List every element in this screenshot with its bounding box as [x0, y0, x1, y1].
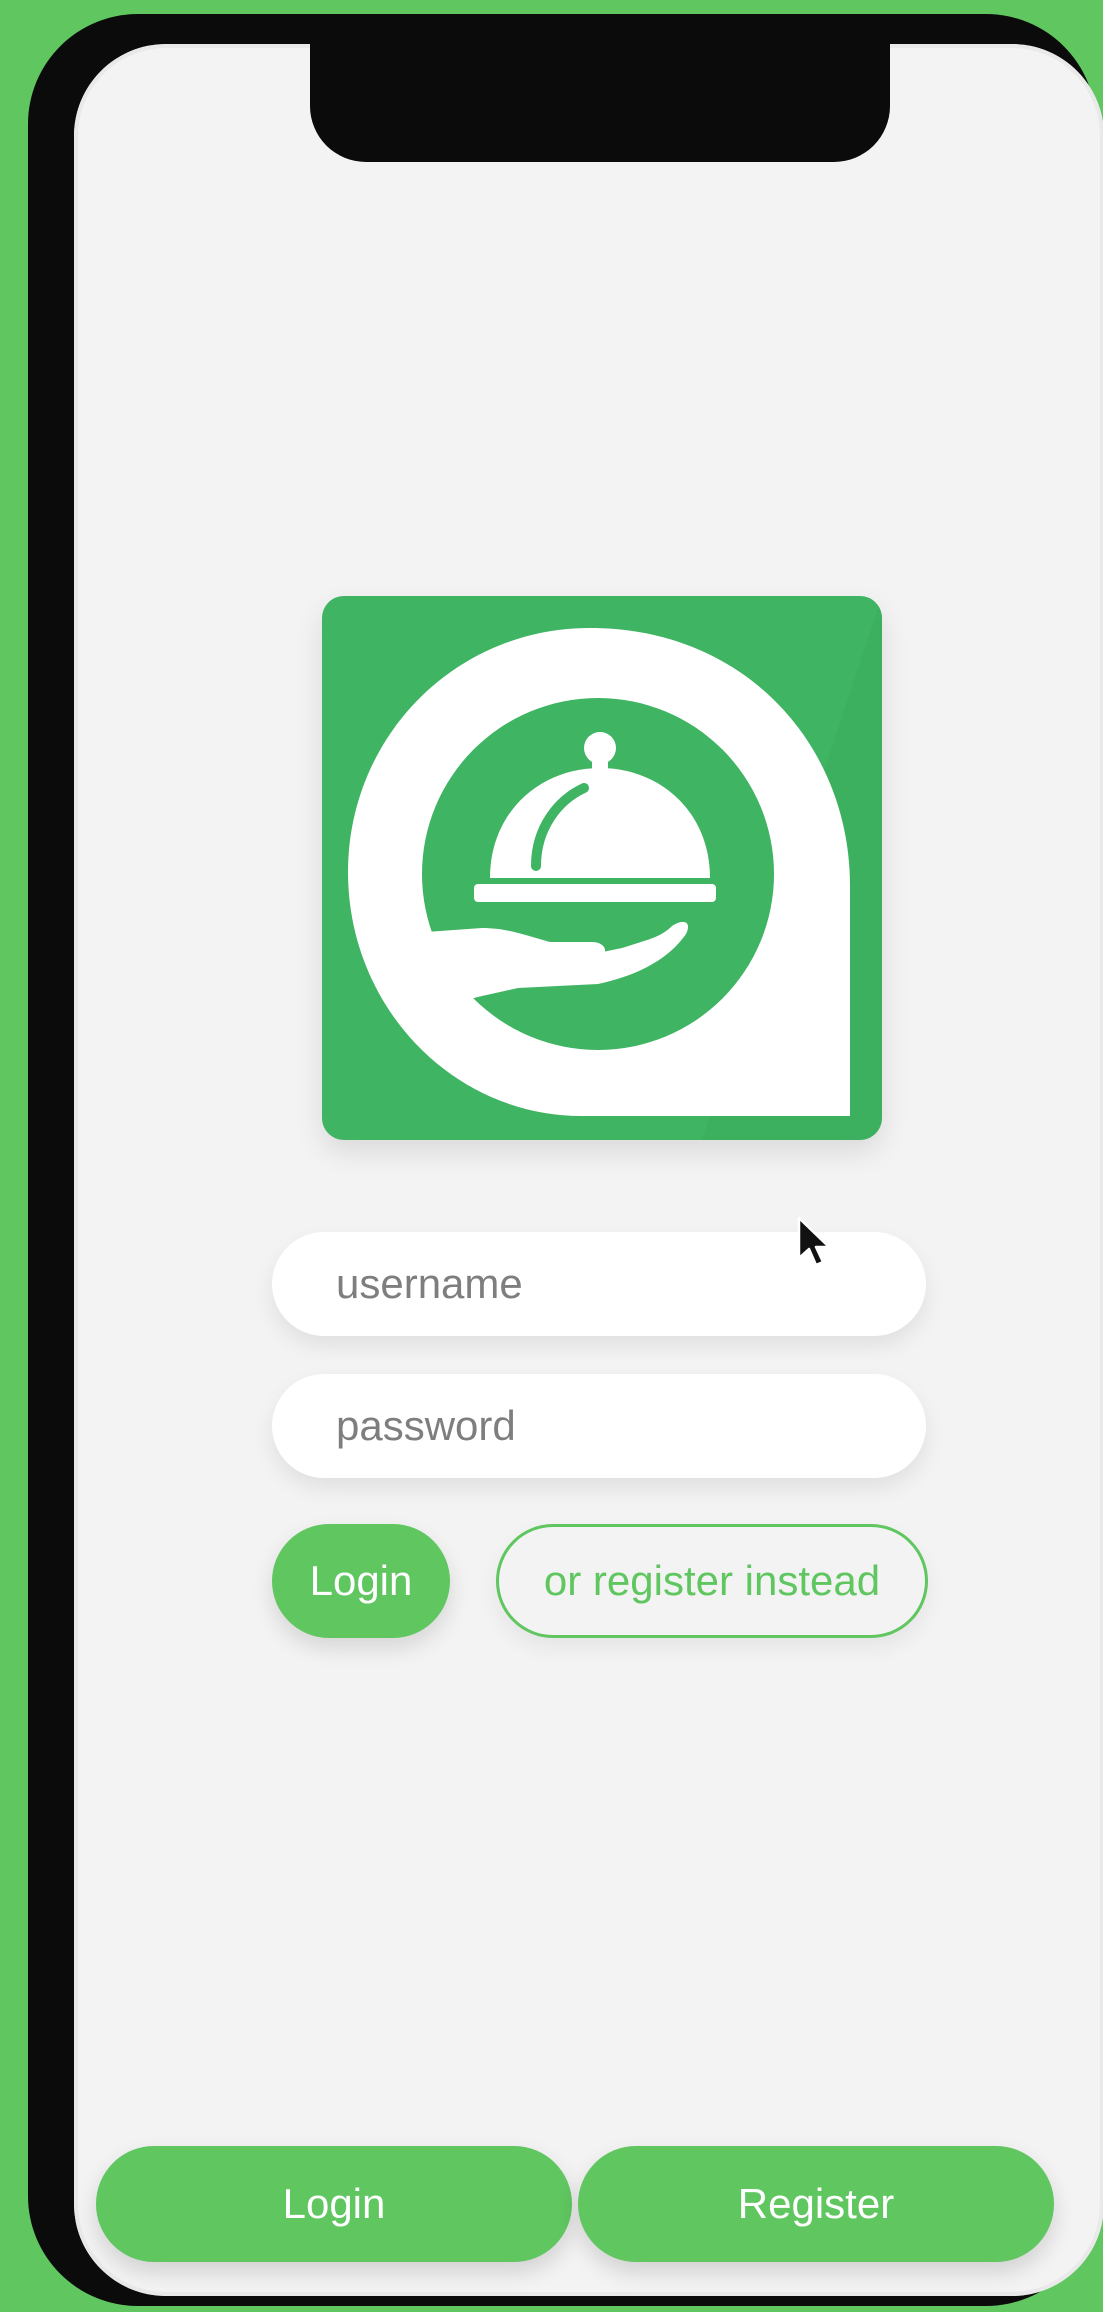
phone-frame: Login or register instead Login Register [28, 14, 1103, 2306]
login-button[interactable]: Login [272, 1524, 450, 1638]
bottom-tab-register[interactable]: Register [578, 2146, 1054, 2262]
notch [310, 44, 890, 162]
password-input[interactable] [272, 1374, 926, 1478]
register-instead-button[interactable]: or register instead [496, 1524, 928, 1638]
bottom-tab-login[interactable]: Login [96, 2146, 572, 2262]
app-logo [322, 596, 882, 1140]
app-screen: Login or register instead Login Register [74, 44, 1103, 2296]
cloche-serving-hand-icon [348, 596, 882, 1140]
mouse-pointer-icon [797, 1216, 831, 1267]
